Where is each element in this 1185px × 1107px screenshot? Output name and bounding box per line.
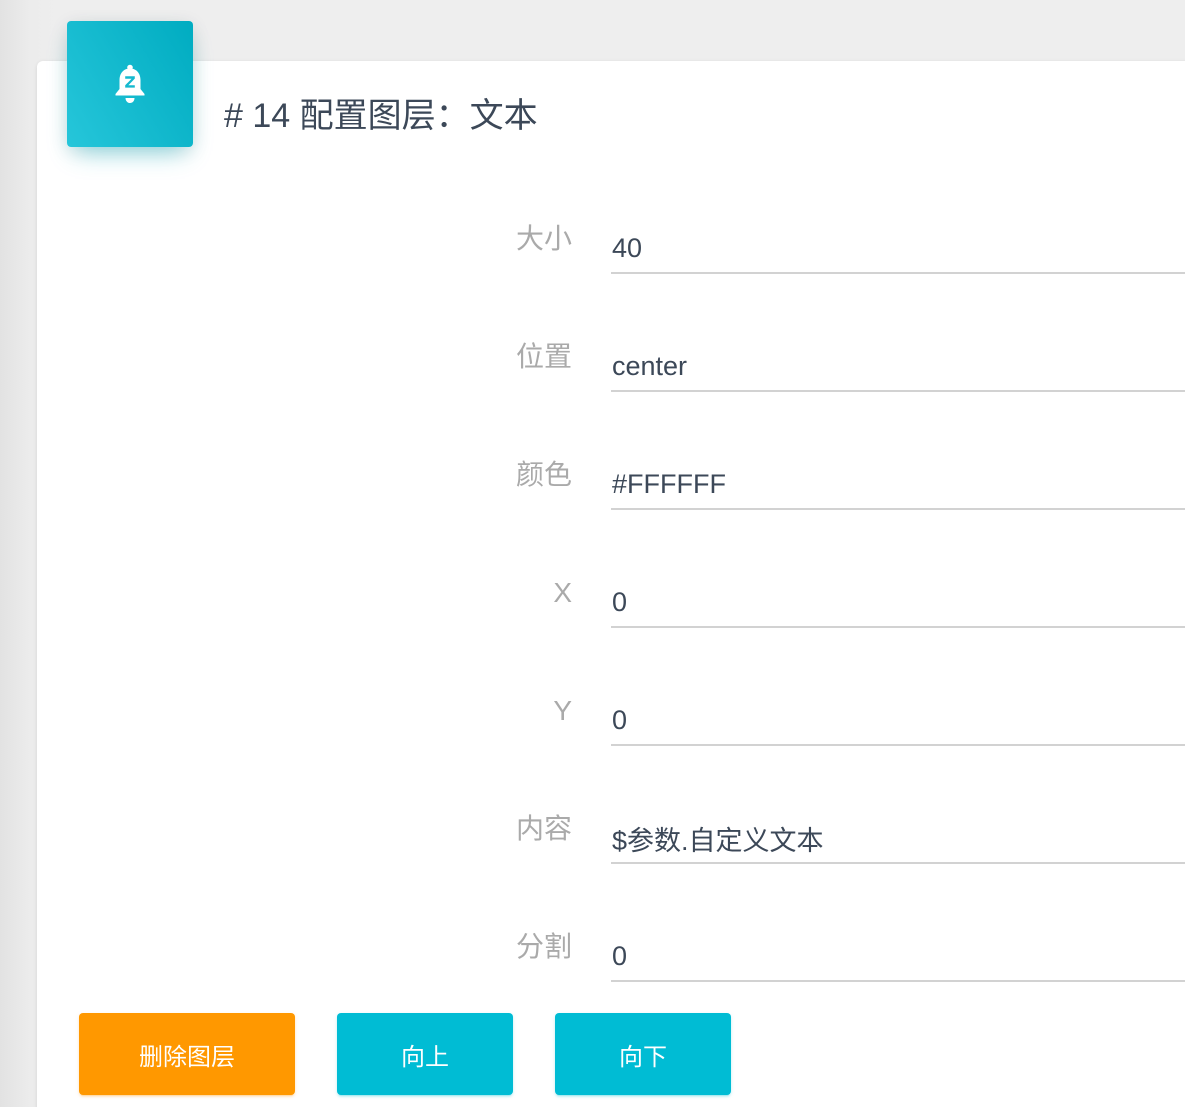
card-header-icon [67,21,193,147]
split-input[interactable] [611,936,1185,982]
size-input[interactable] [611,228,1185,274]
x-label: X [553,577,572,608]
move-up-button[interactable]: 向上 [337,1013,513,1095]
move-down-button[interactable]: 向下 [555,1013,731,1095]
y-label: Y [553,695,572,726]
content-input[interactable] [611,818,1185,864]
split-label: 分割 [515,931,572,962]
x-input[interactable] [611,582,1185,628]
position-label: 位置 [515,341,572,372]
y-input[interactable] [611,700,1185,746]
page: # 14 配置图层：文本 大小 位置 颜色 X Y 内容 分割 删除图层 向上 … [0,0,1185,1107]
content-label: 内容 [515,813,572,844]
card-title: # 14 配置图层：文本 [224,97,538,135]
delete-layer-button[interactable]: 删除图层 [79,1013,295,1095]
color-label: 颜色 [515,459,572,490]
notifications-paused-icon [115,64,145,103]
color-input[interactable] [611,464,1185,510]
position-input[interactable] [611,346,1185,392]
size-label: 大小 [515,223,572,254]
